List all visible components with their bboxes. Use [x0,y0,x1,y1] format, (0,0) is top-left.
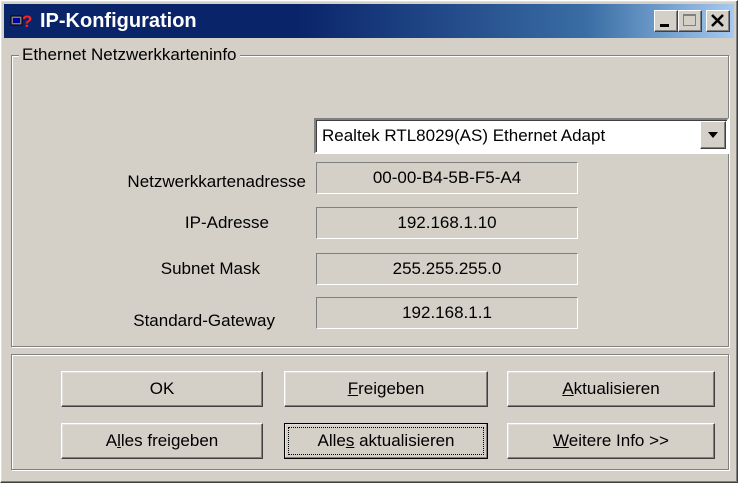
ip-address-label: IP-Adresse [184,213,269,232]
maximize-button[interactable] [678,10,702,32]
adapter-select-value: Realtek RTL8029(AS) Ethernet Adapt [322,126,606,145]
dropdown-button[interactable] [700,121,726,149]
ok-button[interactable]: OK [61,371,263,407]
group-legend: Ethernet Netzwerkkarteninfo [19,44,240,66]
subnet-mask-field: 255.255.255.0 [316,253,578,285]
ip-address-field: 192.168.1.10 [316,207,578,239]
mac-address-field: 00-00-B4-5B-F5-A4 [316,162,578,194]
dropdown-arrow-icon [708,132,718,138]
more-info-button[interactable]: Weitere Info >> [507,423,715,459]
ok-label: OK [149,379,175,398]
renew-all-label: aktualisieren [354,431,455,450]
close-button[interactable] [706,10,730,32]
close-icon [711,14,724,27]
release-mnemonic: F [347,379,359,398]
release-all-prefix: A [105,431,118,450]
more-info-mnemonic: W [553,431,569,450]
renew-label: ktualisieren [573,379,660,398]
release-all-button[interactable]: Alles freigeben [61,423,263,459]
subnet-mask-label: Subnet Mask [160,259,260,278]
renew-mnemonic: A [562,379,574,398]
more-info-label: eitere Info >> [568,431,669,450]
release-label: reigeben [358,379,425,398]
window-title: IP-Konfiguration [40,10,197,32]
minimize-icon [660,24,669,27]
renew-all-prefix: Alle [317,431,346,450]
release-button[interactable]: Freigeben [284,371,488,407]
renew-button[interactable]: Aktualisieren [507,371,715,407]
title-bar[interactable]: ? IP-Konfiguration [4,4,734,38]
adapter-select[interactable]: Realtek RTL8029(AS) Ethernet Adapt [314,118,729,154]
release-all-label: les freigeben [120,431,219,450]
renew-all-button[interactable]: Alles aktualisieren [284,423,488,459]
minimize-button[interactable] [654,10,678,32]
mac-address-label: Netzwerkkartenadresse [127,172,306,191]
ip-config-window: ? IP-Konfiguration Ethernet Netzwerkkart… [0,0,738,483]
maximize-icon [683,14,696,26]
gateway-label: Standard-Gateway [133,311,275,330]
gateway-field: 192.168.1.1 [316,297,578,329]
network-question-icon[interactable]: ? [10,10,34,32]
svg-text:?: ? [22,12,32,31]
